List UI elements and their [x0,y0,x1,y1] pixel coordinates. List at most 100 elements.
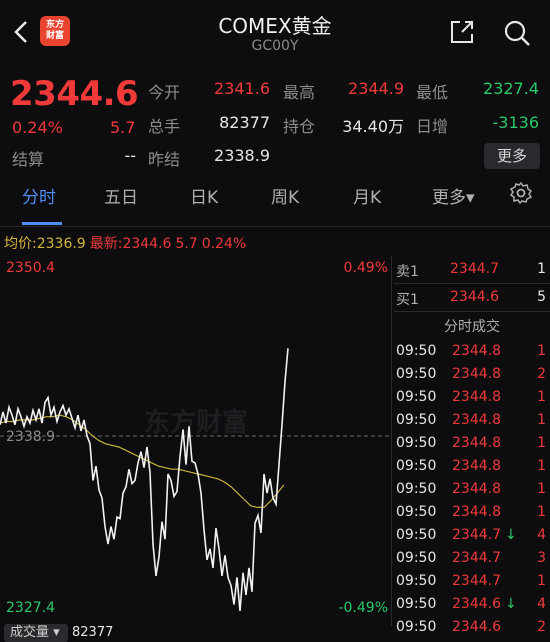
bid-qty: 5 [537,289,546,305]
ask-price: 2344.7 [450,261,499,277]
trade-price: 2344.7 [452,573,501,589]
prev-settlement-label: 昨结 [148,150,181,169]
trade-row: 09:50 2344.8 1 [394,432,550,455]
more-details-button[interactable]: 更多 [484,143,540,169]
change-percent: 0.24% [12,118,63,137]
volume-indicator-select[interactable]: 成交量 ▾ [4,624,68,642]
active-tab-indicator [22,222,62,225]
chart-top-percent: 0.49% [344,260,388,276]
avg-label: 均价: [4,236,37,252]
latest-value: 2344.6 [122,236,172,252]
price-info-line: 均价:2336.9 最新:2344.6 5.7 0.24% [4,233,250,253]
ask-row: 卖1 2344.7 1 [394,258,550,281]
volume-value: 82377 [219,113,270,132]
trade-qty: 2 [537,366,546,382]
open-interest-value: 34.40万 [342,117,404,136]
trade-time: 09:50 [396,366,437,382]
trade-row: 09:50 2344.8 1 [394,455,550,478]
tab-weekly-k[interactable]: 周K [271,183,299,208]
prev-settlement-value: 2338.9 [214,146,270,165]
trade-qty: 4 [537,527,546,543]
tab-five-day[interactable]: 五日 [104,183,138,208]
trade-price: 2344.8 [452,389,501,405]
change-value: 5.7 [110,118,136,137]
trade-row: 09:50 2344.8 1 [394,386,550,409]
low-label: 最低 [416,83,449,102]
ask-qty: 1 [537,261,546,277]
trade-price: 2344.7 [452,550,501,566]
open-label: 今开 [148,83,181,102]
trade-price: 2344.8 [452,435,501,451]
trade-qty: 1 [537,504,546,520]
trade-direction-arrow: ↓ [505,527,517,543]
chart-top-price: 2350.4 [6,260,55,276]
trade-row: 09:50 2344.8 2 [394,363,550,386]
chart-bottom-percent: -0.49% [338,600,388,616]
tab-intraday[interactable]: 分时 [22,183,56,208]
trade-qty: 1 [537,412,546,428]
trade-row: 09:50 2344.8 1 [394,478,550,501]
trade-qty: 1 [537,389,546,405]
trade-row: 09:50 2344.7 3 [394,547,550,570]
trade-row: 09:50 2344.8 1 [394,501,550,524]
trade-price: 2344.8 [452,366,501,382]
latest-label: 最新: [89,236,123,252]
trade-qty: 1 [537,573,546,589]
open-value: 2341.6 [214,79,270,98]
last-price: 2344.6 [10,74,139,114]
intraday-chart[interactable]: 东方财富 2350.4 0.49% 2338.9 2327.4 -0.49% [0,256,392,622]
tabs-divider [0,226,550,227]
trade-price: 2344.6 [452,596,501,612]
chart-mid-price: 2338.9 [6,429,55,445]
trade-price: 2344.8 [452,412,501,428]
book-divider-2 [394,311,550,312]
price-line [0,348,289,611]
open-interest-label: 持仓 [283,117,316,136]
low-value: 2327.4 [483,79,539,98]
trade-time: 09:50 [396,458,437,474]
trade-time: 09:50 [396,550,437,566]
tab-monthly-k[interactable]: 月K [353,183,381,208]
trade-qty: 4 [537,596,546,612]
settlement-value: -- [124,146,136,165]
chart-period-tabs: 分时 五日 日K 周K 月K 更多▾ [0,181,550,223]
trade-qty: 1 [537,481,546,497]
trade-qty: 1 [537,343,546,359]
chart-bottom-price: 2327.4 [6,600,55,616]
volume-indicator-value: 82377 [72,625,114,640]
trade-row: 09:50 2344.7 1 [394,570,550,593]
avg-value: 2336.9 [36,236,86,252]
high-label: 最高 [283,83,316,102]
tab-more[interactable]: 更多▾ [432,183,475,208]
high-value: 2344.9 [348,79,404,98]
gear-icon[interactable] [509,181,533,210]
trade-qty: 2 [537,619,546,635]
trade-qty: 3 [537,550,546,566]
bid-row: 买1 2344.6 5 [394,286,550,309]
trade-price: 2344.8 [452,458,501,474]
share-icon[interactable] [448,18,476,46]
trade-time: 09:50 [396,343,437,359]
search-icon[interactable] [502,18,532,48]
trade-price: 2344.8 [452,481,501,497]
chart-watermark: 东方财富 [144,407,248,438]
trade-direction-arrow: ↓ [505,596,517,612]
trade-price: 2344.7 [452,527,501,543]
trade-row: 09:50 2344.6 ↓ 4 [394,593,550,616]
trade-time: 09:50 [396,573,437,589]
trade-qty: 1 [537,458,546,474]
info-change: 5.7 [175,236,198,252]
bid-label: 买1 [396,292,419,308]
trade-time: 09:50 [396,619,437,635]
ask-label: 卖1 [396,264,419,280]
trade-time: 09:50 [396,412,437,428]
trades-header: 分时成交 [444,319,500,335]
trade-time: 09:50 [396,435,437,451]
book-divider [394,283,550,284]
trade-qty: 1 [537,435,546,451]
tab-daily-k[interactable]: 日K [190,183,218,208]
daily-increase-value: -3136 [492,113,540,132]
trade-time: 09:50 [396,481,437,497]
trade-row: 09:50 2344.8 1 [394,409,550,432]
trade-row: 09:50 2344.7 ↓ 4 [394,524,550,547]
